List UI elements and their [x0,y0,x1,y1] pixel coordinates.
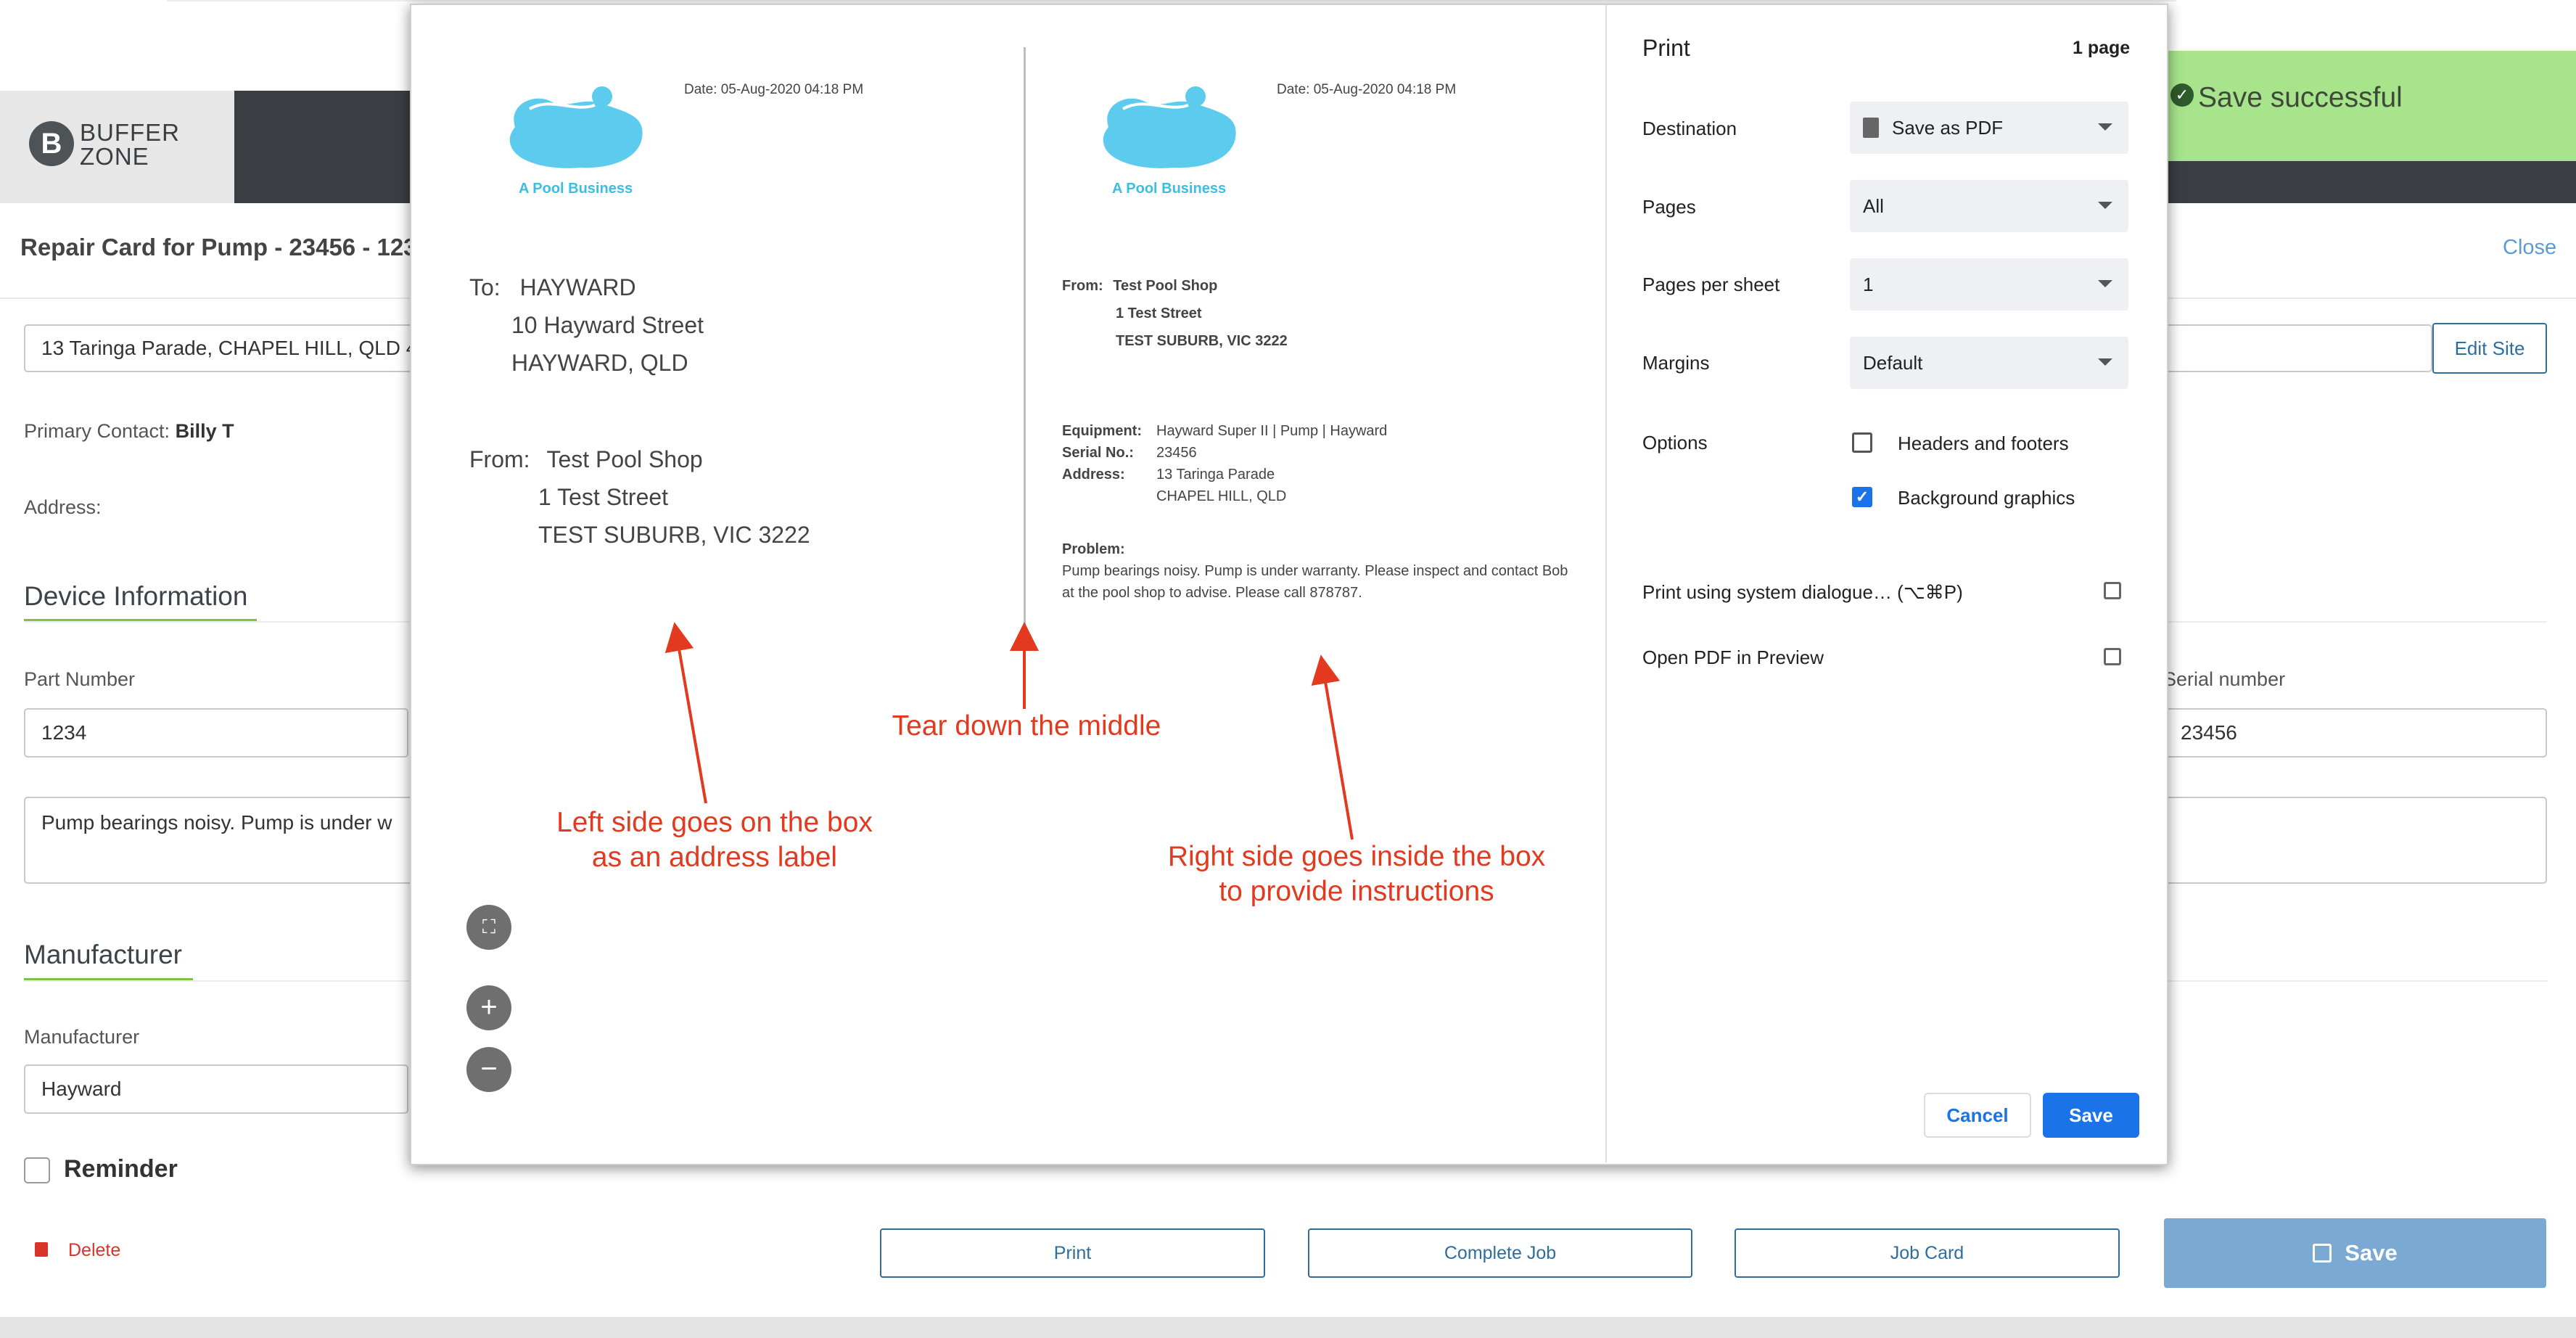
annotation-left-line-1: Left side goes on the box [556,807,873,838]
cancel-button[interactable]: Cancel [1924,1093,2031,1138]
zoom-in-icon[interactable]: + [466,985,511,1030]
panel-divider [1605,5,1607,1162]
trash-icon [35,1242,48,1257]
headers-footers-checkbox[interactable] [1852,432,1872,453]
top-divider [167,0,2176,1]
check-circle-icon: ✓ [2170,83,2194,107]
options-label: Options [1642,432,1708,453]
pages-label: Pages [1642,196,1696,218]
annotation-left: Left side goes on the box as an address … [508,805,921,875]
floppy-disk-icon [2313,1244,2332,1263]
annotation-arrows [664,622,1354,840]
annotation-tear: Tear down the middle [892,710,1161,742]
logo-line-2: ZONE [80,143,149,170]
margins-select[interactable]: Default [1850,337,2128,389]
system-dialogue-link[interactable]: Print using system dialogue… (⌥⌘P) [1642,581,1963,604]
zoom-out-icon[interactable]: − [466,1047,511,1092]
destination-select[interactable]: Save as PDF [1850,102,2128,154]
part-number-label: Part Number [24,668,136,690]
pages-per-sheet-value: 1 [1863,273,1874,295]
primary-contact: Primary Contact: Billy T [24,420,234,443]
chevron-down-icon [2098,123,2112,131]
toast-message: Save successful [2198,82,2403,113]
address-label: Address: [24,496,102,518]
destination-value: Save as PDF [1892,116,2004,139]
logo-mark-icon: B [29,121,74,166]
annotation-right: Right side goes inside the box to provid… [1132,840,1581,909]
reminder-label: Reminder [64,1155,178,1183]
save-button-label: Save [2345,1240,2398,1265]
pages-value: All [1863,194,1884,217]
job-card-button[interactable]: Job Card [1735,1228,2120,1278]
background-graphics-label: Background graphics [1898,487,2075,509]
print-button[interactable]: Print [880,1228,1265,1278]
pages-per-sheet-label: Pages per sheet [1642,274,1780,295]
logo-text: BUFFER ZONE [80,120,180,168]
print-save-button[interactable]: Save [2043,1093,2139,1138]
complete-job-button[interactable]: Complete Job [1308,1228,1692,1278]
manufacturer-section-title: Manufacturer [24,940,182,969]
margins-value: Default [1863,351,1923,374]
chevron-down-icon [2098,358,2112,366]
open-external-icon[interactable] [2104,648,2121,665]
print-panel-title: Print [1642,35,1690,61]
manufacturer-label: Manufacturer [24,1026,140,1048]
destination-label: Destination [1642,118,1737,139]
chevron-down-icon [2098,202,2112,209]
chevron-down-icon [2098,280,2112,287]
edit-site-button[interactable]: Edit Site [2432,323,2547,374]
pages-select[interactable]: All [1850,180,2128,232]
margins-label: Margins [1642,352,1710,374]
close-link[interactable]: Close [2503,236,2556,260]
manufacturer-input[interactable]: Hayward [24,1064,408,1114]
background-graphics-checkbox[interactable]: ✓ [1852,487,1872,507]
pages-per-sheet-select[interactable]: 1 [1850,258,2128,311]
page-title: Repair Card for Pump - 23456 - 1234 [20,234,430,260]
annotation-right-line-1: Right side goes inside the box [1167,841,1546,872]
save-button[interactable]: Save [2164,1218,2546,1288]
annotation-left-line-2: as an address label [591,842,838,873]
fit-to-page-icon[interactable]: ⛶ [466,905,511,950]
serial-number-label: Serial number [2163,668,2286,690]
file-icon [1863,118,1879,138]
serial-number-input[interactable]: 23456 [2163,708,2547,758]
primary-contact-value: Billy T [175,420,234,442]
reminder-checkbox[interactable] [24,1157,50,1183]
delete-link[interactable]: Delete [68,1240,120,1261]
part-number-input[interactable]: 1234 [24,708,408,758]
annotation-right-line-2: to provide instructions [1219,876,1494,907]
open-external-icon[interactable] [2104,582,2121,599]
open-pdf-link[interactable]: Open PDF in Preview [1642,647,1824,669]
logo-line-1: BUFFER [80,119,180,146]
headers-footers-label: Headers and footers [1898,432,2069,454]
page-footer-band [0,1317,2576,1338]
page-count: 1 page [2073,38,2131,58]
primary-contact-label: Primary Contact: [24,420,170,442]
device-section-title: Device Information [24,581,248,611]
